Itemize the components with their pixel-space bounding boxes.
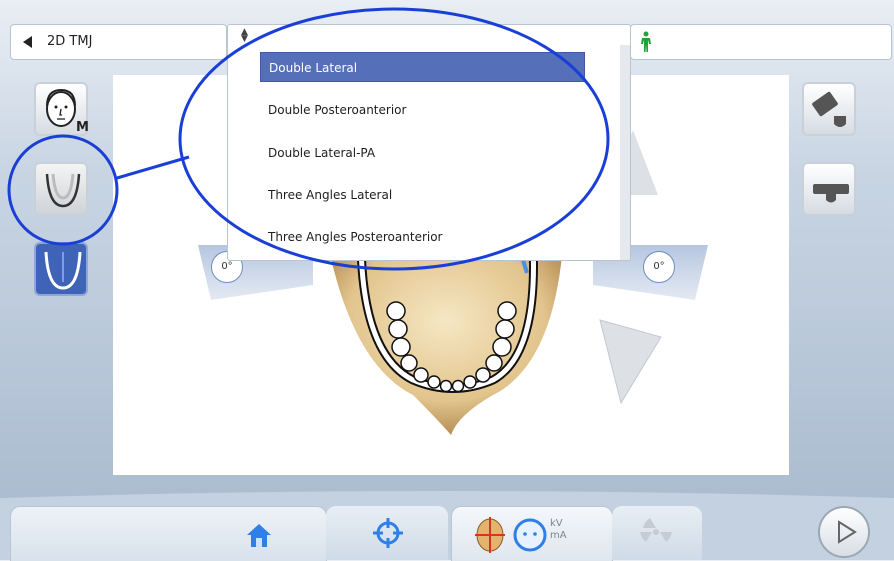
bite-block-tilted-icon — [812, 91, 846, 127]
down-arrow-shape — [599, 319, 662, 405]
patient-face-icon — [475, 517, 505, 553]
jaw-outline-icon — [45, 173, 81, 208]
jaw-active-icon — [44, 251, 82, 290]
tab-exposure-parameters[interactable]: kV mA — [451, 506, 613, 561]
radiation-icon — [640, 518, 672, 542]
tab-radiation[interactable] — [612, 506, 702, 560]
right-angle-indicator[interactable]: 0° — [643, 251, 675, 283]
start-exposure-button[interactable] — [818, 506, 870, 558]
projection-dropdown[interactable]: ▲ ▼ Double Lateral Double Posteroanterior… — [227, 24, 631, 261]
patient-position-box[interactable] — [630, 24, 892, 60]
bite-block-flat-icon — [813, 184, 849, 203]
dropdown-item-double-lateral[interactable]: Double Lateral — [260, 52, 585, 82]
program-selector[interactable]: 2D TMJ — [10, 24, 227, 60]
kv-label: kV — [550, 518, 563, 529]
jaw-view-button[interactable] — [34, 162, 88, 216]
dropdown-item-double-lateral-pa[interactable]: Double Lateral-PA — [260, 138, 585, 168]
jaw-view-active-button[interactable] — [34, 242, 88, 296]
bite-block-flat-button[interactable] — [802, 162, 856, 216]
head-profile-icon — [513, 518, 547, 552]
bite-block-tilted-button[interactable] — [802, 82, 856, 136]
person-standing-icon — [641, 31, 651, 52]
program-label: 2D TMJ — [47, 34, 93, 49]
sort-arrows-icon[interactable]: ▲ ▼ — [241, 28, 248, 44]
crosshair-icon — [373, 518, 403, 548]
dropdown-item-three-angles-lateral[interactable]: Three Angles Lateral — [260, 180, 585, 210]
tab-home[interactable] — [10, 506, 327, 561]
patient-head-button[interactable]: M — [34, 82, 89, 136]
head-size-badge: M — [76, 120, 89, 135]
back-arrow-icon[interactable] — [23, 36, 32, 48]
tab-positioning[interactable] — [326, 506, 448, 560]
home-icon — [247, 524, 271, 547]
dropdown-scrollbar[interactable] — [620, 45, 630, 260]
play-icon — [838, 520, 857, 544]
dropdown-item-double-posteroanterior[interactable]: Double Posteroanterior — [260, 95, 585, 125]
ma-label: mA — [550, 530, 567, 541]
dropdown-item-three-angles-posteroanterior[interactable]: Three Angles Posteroanterior — [260, 222, 585, 252]
